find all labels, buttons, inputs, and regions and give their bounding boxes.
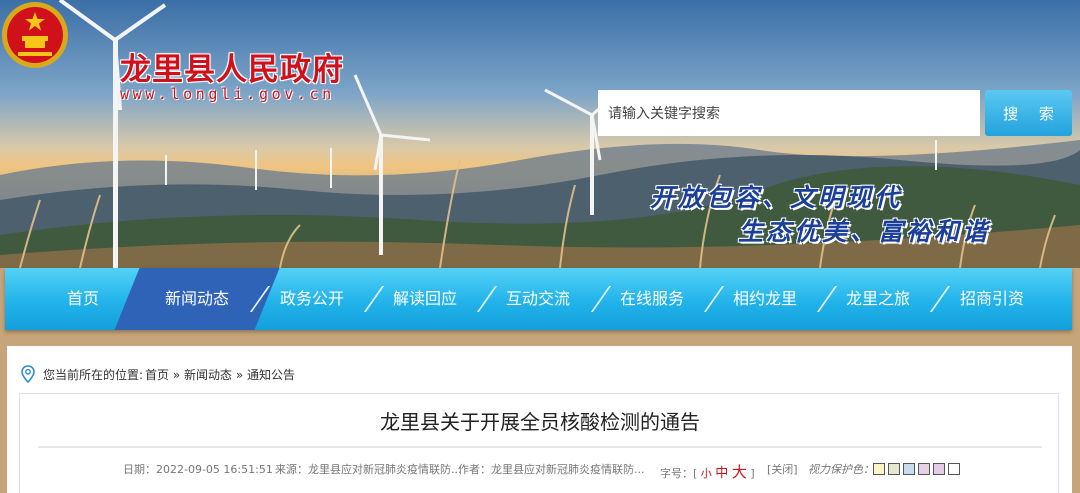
site-url[interactable]: www.longli.gov.cn (120, 85, 335, 103)
nav-item-online-services[interactable]: 在线服务 (602, 268, 702, 330)
font-size-label: 字号：[ (660, 467, 698, 480)
article-title: 龙里县关于开展全员核酸检测的通告 (380, 410, 700, 434)
font-size-control: 字号：[ 小 中 大 ] (660, 461, 755, 482)
font-size-large-button[interactable]: 大 (732, 463, 747, 481)
eye-color-swatch-green[interactable] (888, 463, 900, 475)
breadcrumb: 您当前所在的位置: 首页 » 新闻动态 » 通知公告 (21, 365, 295, 383)
font-size-small-button[interactable]: 小 (701, 467, 712, 480)
site-title[interactable]: 龙里县人民政府 (120, 44, 344, 89)
article-source: 来源：龙里县应对新冠肺炎疫情联防... (275, 463, 462, 476)
national-emblem-icon (2, 2, 68, 68)
search-input[interactable] (598, 90, 980, 136)
breadcrumb-prefix: 您当前所在的位置: (43, 367, 144, 382)
eye-color-swatch-yellow[interactable] (873, 463, 885, 475)
nav-item-home[interactable]: 首页 (33, 268, 133, 330)
font-size-medium-button[interactable]: 中 (715, 466, 728, 481)
close-link[interactable]: [关闭] (767, 461, 798, 477)
search-button[interactable]: 搜 索 (985, 90, 1072, 136)
nav-item-longli-tour[interactable]: 龙里之旅 (828, 268, 928, 330)
article-author: 作者：龙里县应对新冠肺炎疫情联防... (458, 463, 645, 476)
eye-color-swatch-white[interactable] (948, 463, 960, 475)
article-date: 日期：2022-09-05 16:51:51 (123, 463, 273, 476)
content-area: 您当前所在的位置: 首页 » 新闻动态 » 通知公告 龙里县关于开展全员核酸检测… (7, 346, 1072, 493)
nav-item-interpretation[interactable]: 解读回应 (375, 268, 475, 330)
location-pin-icon (21, 365, 35, 383)
title-divider (38, 446, 1042, 448)
font-size-bracket-close: ] (750, 467, 755, 480)
nav-item-investment[interactable]: 招商引资 (942, 268, 1042, 330)
eye-color-swatch-purple[interactable] (933, 463, 945, 475)
eye-color-swatch-pink[interactable] (918, 463, 930, 475)
article-container: 龙里县关于开展全员核酸检测的通告 日期：2022-09-05 16:51:51 … (19, 393, 1059, 493)
nav-item-meet-longli[interactable]: 相约龙里 (715, 268, 815, 330)
eye-protect-label: 视力保护色： (808, 463, 874, 476)
nav-item-interaction[interactable]: 互动交流 (488, 268, 588, 330)
nav-item-news[interactable]: 新闻动态 (147, 268, 247, 330)
main-nav: 首页 新闻动态 政务公开 解读回应 互动交流 在线服务 相约龙里 龙里之旅 招商… (5, 268, 1072, 330)
breadcrumb-path[interactable]: 首页 » 新闻动态 » 通知公告 (145, 366, 295, 383)
header-banner: 龙里县人民政府 www.longli.gov.cn 搜 索 开放包容、文明现代 … (0, 0, 1080, 268)
eye-color-swatch-blue[interactable] (903, 463, 915, 475)
slogan-line-1: 开放包容、文明现代 (650, 183, 903, 212)
nav-item-government-affairs[interactable]: 政务公开 (262, 268, 362, 330)
slogan-line-2: 生态优美、富裕和谐 (738, 217, 991, 246)
